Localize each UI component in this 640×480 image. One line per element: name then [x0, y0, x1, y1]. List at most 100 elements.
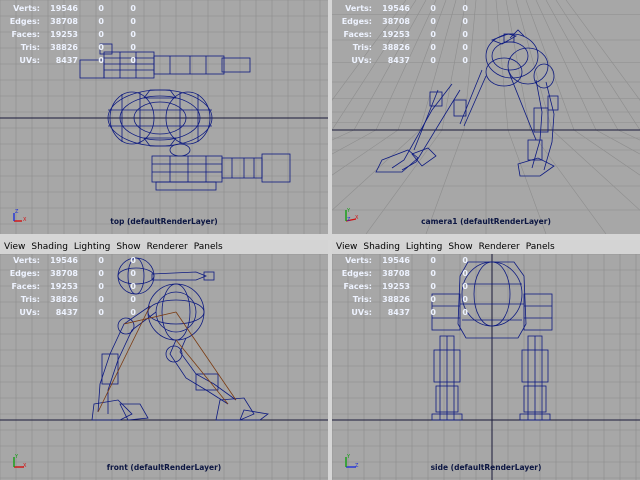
hud-value: 38708: [382, 17, 410, 26]
viewport-front[interactable]: Verts: 19546 0 0 Edges: 38708 0 0 Faces: 19253 0 0 T…: [0, 254, 328, 480]
hud-row: Tris: 38826 0 0: [6, 293, 136, 306]
hud-label: Tris:: [352, 295, 372, 304]
hud-value: 0: [98, 282, 104, 291]
hud-value: 0: [462, 282, 468, 291]
axis-y-label: Y: [346, 454, 351, 460]
hud-row: Tris: 38826 0 0: [6, 41, 136, 54]
hud-value: 0: [98, 4, 104, 13]
hud-value: 0: [130, 4, 136, 13]
hud-label: Faces:: [11, 282, 40, 291]
hud-value: 0: [130, 43, 136, 52]
hud-value: 0: [98, 30, 104, 39]
menu-panels[interactable]: Panels: [526, 242, 555, 252]
hud-value: 0: [430, 269, 436, 278]
hud-value: 0: [462, 4, 468, 13]
hud-value: 0: [462, 269, 468, 278]
hud-value: 19253: [50, 30, 78, 39]
hud-label: UVs:: [351, 308, 372, 317]
hud-row: Faces: 19253 0 0: [6, 280, 136, 293]
hud-value: 38708: [50, 17, 78, 26]
axis-y-label: Y: [14, 454, 19, 460]
hud-value: 0: [462, 256, 468, 265]
hud-value: 8437: [55, 308, 78, 317]
hud-label: UVs:: [19, 308, 40, 317]
grid-line: [565, 0, 640, 101]
viewport-caption: side (defaultRenderLayer): [430, 463, 542, 472]
hud-label: Edges:: [341, 269, 372, 278]
hud-value: 0: [430, 56, 436, 65]
hud-value: 0: [462, 56, 468, 65]
hud-label: Faces:: [343, 282, 372, 291]
hud-value: 0: [130, 30, 136, 39]
hud-value: 0: [130, 56, 136, 65]
hud-row: Tris: 38826 0 0: [338, 293, 468, 306]
hud-value: 0: [462, 30, 468, 39]
hud-value: 0: [130, 308, 136, 317]
hud-row: Verts: 19546 0 0: [6, 254, 136, 267]
poly-count-hud: Verts: 19546 0 0 Edges: 38708 0 0 Faces: 19253 0 0 T…: [6, 254, 136, 319]
hud-value: 0: [98, 56, 104, 65]
hud-row: Verts: 19546 0 0: [338, 2, 468, 15]
hud-value: 38826: [50, 295, 78, 304]
hud-row: Edges: 38708 0 0: [6, 267, 136, 280]
hud-value: 0: [130, 256, 136, 265]
hud-row: Verts: 19546 0 0: [338, 254, 468, 267]
hud-row: UVs: 8437 0 0: [6, 306, 136, 319]
hud-label: Faces:: [11, 30, 40, 39]
hud-label: Verts:: [13, 4, 40, 13]
hud-row: Edges: 38708 0 0: [338, 267, 468, 280]
panel-menubar: View Shading Lighting Show Renderer Pane…: [332, 240, 640, 254]
hud-value: 38826: [382, 43, 410, 52]
hud-value: 8437: [387, 308, 410, 317]
panel-divider-vertical[interactable]: [328, 0, 332, 480]
hud-value: 19546: [50, 256, 78, 265]
hud-value: 0: [130, 269, 136, 278]
viewport-camera1[interactable]: Verts: 19546 0 0 Edges: 38708 0 0 Faces: 19253 0 0 T…: [332, 0, 640, 234]
viewport-side[interactable]: Verts: 19546 0 0 Edges: 38708 0 0 Faces: 19253 0 0 T…: [332, 254, 640, 480]
grid-line: [545, 0, 619, 131]
hud-value: 19253: [382, 30, 410, 39]
hud-value: 0: [98, 308, 104, 317]
hud-label: Tris:: [20, 43, 40, 52]
hud-label: Verts:: [345, 256, 372, 265]
hud-row: Faces: 19253 0 0: [338, 280, 468, 293]
poly-count-hud: Verts: 19546 0 0 Edges: 38708 0 0 Faces: 19253 0 0 T…: [338, 254, 468, 319]
hud-label: Verts:: [13, 256, 40, 265]
viewport-caption: top (defaultRenderLayer): [110, 217, 218, 226]
hud-value: 0: [430, 43, 436, 52]
hud-row: Faces: 19253 0 0: [6, 28, 136, 41]
hud-row: UVs: 8437 0 0: [6, 54, 136, 67]
hud-row: Faces: 19253 0 0: [338, 28, 468, 41]
hud-value: 0: [462, 308, 468, 317]
hud-value: 0: [462, 17, 468, 26]
viewport-caption: front (defaultRenderLayer): [106, 463, 222, 472]
hud-value: 0: [98, 43, 104, 52]
menu-renderer[interactable]: Renderer: [479, 242, 520, 252]
hud-value: 38708: [50, 269, 78, 278]
grid-line: [525, 0, 575, 131]
hud-value: 8437: [55, 56, 78, 65]
hud-value: 0: [98, 295, 104, 304]
poly-count-hud: Verts: 19546 0 0 Edges: 38708 0 0 Faces: 19253 0 0 T…: [6, 2, 136, 67]
hud-value: 0: [98, 17, 104, 26]
hud-row: UVs: 8437 0 0: [338, 306, 468, 319]
viewport-top[interactable]: Verts: 19546 0 0 Edges: 38708 0 0 Faces: 19253 0 0 T…: [0, 0, 328, 234]
hud-label: UVs:: [351, 56, 372, 65]
hud-label: Edges:: [9, 269, 40, 278]
maya-four-view-layout: Verts: 19546 0 0 Edges: 38708 0 0 Faces: 19253 0 0 T…: [0, 0, 640, 480]
hud-value: 0: [98, 256, 104, 265]
hud-value: 0: [462, 43, 468, 52]
hud-row: Edges: 38708 0 0: [338, 15, 468, 28]
hud-value: 38708: [382, 269, 410, 278]
grid-line: [555, 0, 640, 131]
menu-view[interactable]: View: [336, 242, 357, 252]
menu-show[interactable]: Show: [448, 242, 472, 252]
hud-value: 0: [430, 308, 436, 317]
grid-line: [495, 0, 509, 131]
hud-value: 0: [430, 282, 436, 291]
hud-value: 19546: [382, 4, 410, 13]
hud-value: 0: [130, 17, 136, 26]
menu-lighting[interactable]: Lighting: [406, 242, 442, 252]
hud-label: UVs:: [19, 56, 40, 65]
menu-shading[interactable]: Shading: [363, 242, 400, 252]
